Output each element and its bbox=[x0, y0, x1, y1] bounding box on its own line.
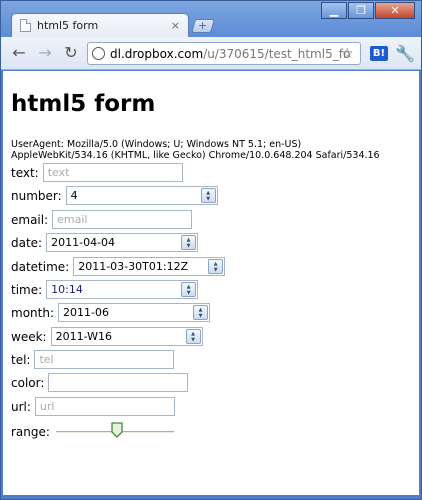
range-slider-thumb[interactable] bbox=[111, 422, 123, 438]
range-label: range: bbox=[11, 425, 50, 439]
month-stepper[interactable]: ▲ ▼ bbox=[193, 305, 208, 320]
date-value: 2011-04-04 bbox=[51, 236, 116, 249]
tab-close-icon[interactable]: × bbox=[171, 19, 180, 32]
row-tel: tel: tel bbox=[11, 350, 175, 369]
url-input[interactable]: url bbox=[34, 397, 175, 416]
date-label: date: bbox=[11, 235, 43, 250]
row-datetime: datetime: 2011-03-30T01:12Z ▲ ▼ bbox=[11, 257, 226, 276]
row-color: color: bbox=[11, 373, 189, 392]
close-window-button[interactable]: ✕ bbox=[375, 2, 415, 19]
email-label: email: bbox=[11, 212, 49, 227]
url-label: url: bbox=[11, 399, 31, 414]
page-icon bbox=[20, 19, 31, 32]
month-label: month: bbox=[11, 305, 54, 320]
reload-icon[interactable]: ↻ bbox=[61, 43, 81, 63]
number-value: 4 bbox=[70, 189, 78, 202]
tab-html5-form[interactable]: html5 form × bbox=[11, 13, 189, 37]
text-input[interactable]: text bbox=[42, 163, 183, 182]
datetime-label: datetime: bbox=[11, 259, 70, 274]
user-agent-line-1: UserAgent: Mozilla/5.0 (Windows; U; Wind… bbox=[11, 139, 302, 150]
week-value: 2011-W16 bbox=[55, 330, 112, 343]
row-date: date: 2011-04-04 ▲ ▼ bbox=[11, 233, 199, 252]
tel-input[interactable]: tel bbox=[34, 350, 175, 369]
wrench-icon[interactable]: 🔧 bbox=[395, 44, 415, 63]
datetime-input[interactable]: 2011-03-30T01:12Z ▲ ▼ bbox=[73, 257, 226, 276]
datetime-value: 2011-03-30T01:12Z bbox=[78, 260, 189, 273]
hatena-bookmark-button[interactable]: B! bbox=[370, 46, 388, 61]
color-input[interactable] bbox=[48, 373, 189, 392]
tab-title: html5 form bbox=[37, 19, 99, 32]
tel-label: tel: bbox=[11, 352, 31, 367]
address-bar[interactable]: dl.dropbox.com/u/370615/test_html5_fo bbox=[87, 42, 361, 65]
row-range: range: bbox=[11, 421, 211, 443]
number-stepper[interactable]: ▲ ▼ bbox=[200, 188, 216, 203]
week-input[interactable]: 2011-W16 ▲ ▼ bbox=[50, 327, 203, 346]
date-input[interactable]: 2011-04-04 ▲ ▼ bbox=[46, 233, 199, 252]
number-input[interactable]: 4 ▲ ▼ bbox=[65, 186, 218, 205]
browser-toolbar: ← → ↻ dl.dropbox.com/u/370615/test_html5… bbox=[1, 37, 421, 70]
page-title: html5 form bbox=[11, 91, 156, 117]
new-tab-plus-icon: + bbox=[198, 19, 208, 32]
week-label: week: bbox=[11, 329, 47, 344]
datetime-stepper[interactable]: ▲ ▼ bbox=[208, 259, 224, 274]
new-tab-button[interactable]: + bbox=[191, 19, 215, 33]
row-url: url: url bbox=[11, 397, 175, 416]
star-icon[interactable]: ☆ bbox=[341, 46, 354, 62]
row-time: time: 10:14 ▲ ▼ bbox=[11, 280, 199, 299]
email-input[interactable]: email bbox=[52, 210, 193, 229]
browser-window: html5 form × + ▁ ❐ ✕ ← → ↻ dl.dropbox.co… bbox=[0, 0, 422, 500]
url-host: dl.dropbox.com bbox=[110, 46, 204, 61]
row-email: email: email bbox=[11, 210, 193, 229]
row-week: week: 2011-W16 ▲ ▼ bbox=[11, 327, 203, 346]
window-controls: ▁ ❐ ✕ bbox=[320, 2, 415, 19]
user-agent-text: UserAgent: Mozilla/5.0 (Windows; U; Wind… bbox=[11, 139, 417, 161]
user-agent-line-2: AppleWebKit/534.16 (KHTML, like Gecko) C… bbox=[11, 150, 380, 161]
time-input[interactable]: 10:14 ▲ ▼ bbox=[46, 280, 199, 299]
week-stepper[interactable]: ▲ ▼ bbox=[185, 329, 201, 344]
forward-arrow-icon[interactable]: → bbox=[35, 43, 55, 63]
number-label: number: bbox=[11, 188, 62, 203]
time-stepper[interactable]: ▲ ▼ bbox=[181, 282, 197, 297]
minimize-button[interactable]: ▁ bbox=[321, 2, 347, 19]
text-label: text: bbox=[11, 165, 39, 180]
row-number: number: 4 ▲ ▼ bbox=[11, 186, 218, 205]
globe-icon bbox=[92, 47, 105, 60]
month-value: 2011-06 bbox=[63, 306, 109, 319]
color-label: color: bbox=[11, 375, 45, 390]
page-content: html5 form UserAgent: Mozilla/5.0 (Windo… bbox=[3, 71, 419, 495]
time-value: 10:14 bbox=[51, 283, 83, 296]
row-text: text: text bbox=[11, 163, 183, 182]
maximize-button[interactable]: ❐ bbox=[348, 2, 374, 19]
url-path: /u/370615/test_html5_fo bbox=[203, 46, 351, 61]
date-stepper[interactable]: ▲ ▼ bbox=[181, 235, 197, 250]
back-arrow-icon[interactable]: ← bbox=[9, 43, 29, 63]
time-label: time: bbox=[11, 282, 43, 297]
row-month: month: 2011-06 ▲ ▼ bbox=[11, 303, 210, 322]
month-input[interactable]: 2011-06 ▲ ▼ bbox=[58, 303, 210, 322]
tab-strip: html5 form × + ▁ ❐ ✕ bbox=[1, 1, 421, 37]
